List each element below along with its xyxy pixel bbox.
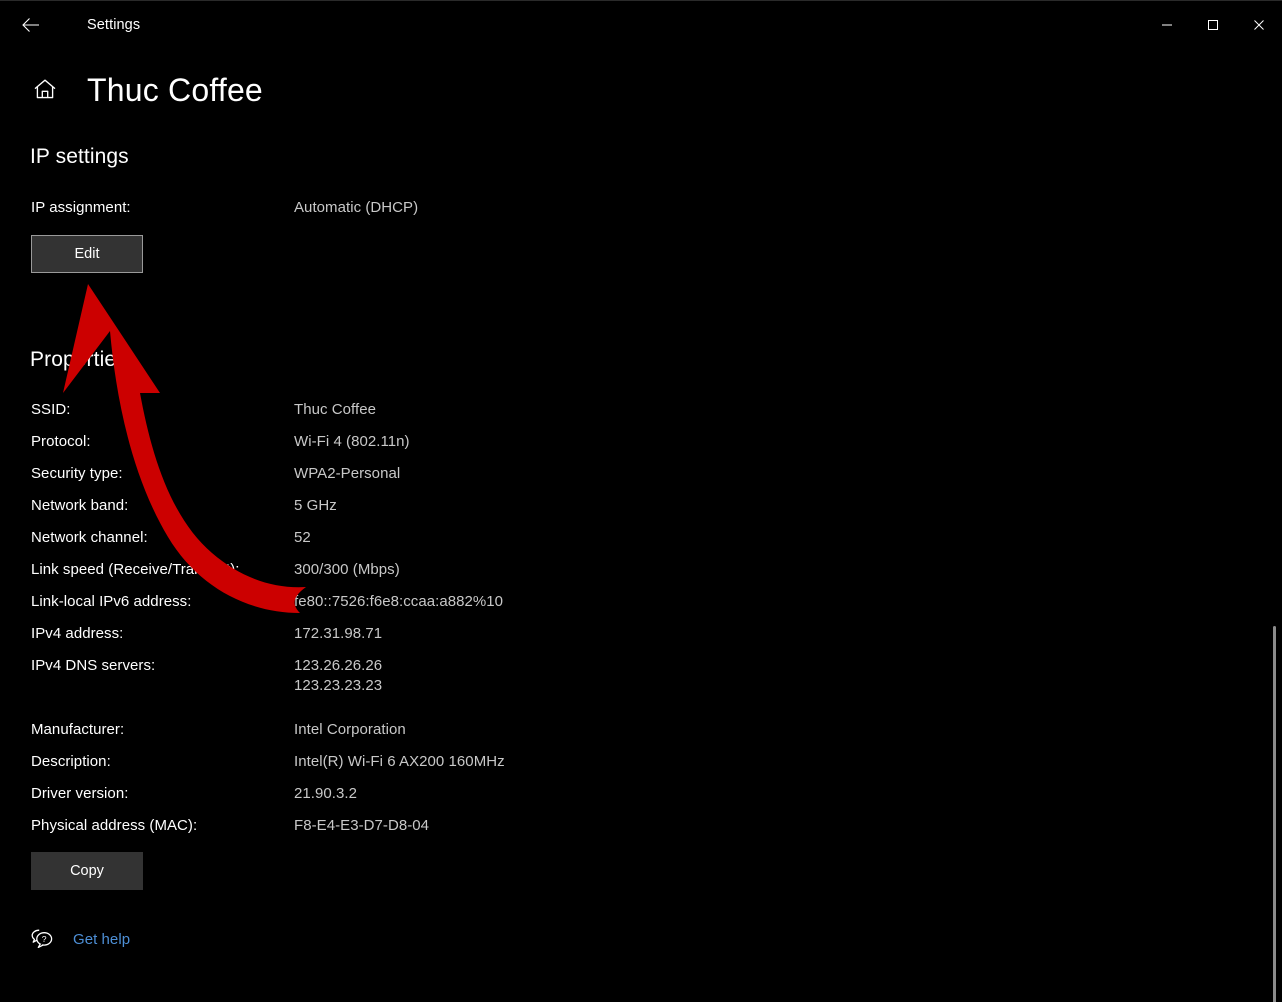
row-value: 52: [294, 529, 311, 546]
table-row: Network channel: 52: [0, 528, 1282, 560]
home-icon: [31, 75, 59, 108]
row-value: 5 GHz: [294, 497, 337, 514]
copy-button-row: Copy: [0, 852, 1282, 890]
titlebar-title: Settings: [87, 16, 141, 33]
table-row: Security type: WPA2-Personal: [0, 464, 1282, 496]
row-label: Network band:: [31, 497, 129, 514]
row-label: Link speed (Receive/Transmit):: [31, 561, 240, 578]
page-title: Thuc Coffee: [87, 72, 263, 108]
table-row: Description: Intel(R) Wi-Fi 6 AX200 160M…: [0, 752, 1282, 784]
table-row: Link speed (Receive/Transmit): 300/300 (…: [0, 560, 1282, 592]
table-row: IPv4 address: 172.31.98.71: [0, 624, 1282, 656]
row-value: Intel(R) Wi-Fi 6 AX200 160MHz: [294, 753, 505, 770]
table-row: IPv4 DNS servers: 123.26.26.26 123.23.23…: [0, 656, 1282, 712]
row-label: Network channel:: [31, 529, 148, 546]
ip-assignment-label: IP assignment:: [31, 199, 131, 216]
row-label: Manufacturer:: [31, 721, 125, 738]
table-row: Driver version: 21.90.3.2: [0, 784, 1282, 816]
scrollbar-thumb[interactable]: [1273, 626, 1276, 1002]
maximize-icon: [1207, 19, 1219, 31]
table-row: Manufacturer: Intel Corporation: [0, 720, 1282, 752]
title-bar: Settings: [0, 1, 1282, 48]
table-row: Physical address (MAC): F8-E4-E3-D7-D8-0…: [0, 816, 1282, 848]
table-row: Link-local IPv6 address: fe80::7526:f6e8…: [0, 592, 1282, 624]
edit-button[interactable]: Edit: [31, 235, 143, 273]
back-button[interactable]: [8, 5, 54, 45]
get-help-link[interactable]: ? Get help: [29, 926, 130, 952]
row-label: SSID:: [31, 401, 71, 418]
svg-text:?: ?: [42, 934, 47, 944]
row-value: 300/300 (Mbps): [294, 561, 400, 578]
ip-assignment-value: Automatic (DHCP): [294, 199, 419, 216]
row-value: 172.31.98.71: [294, 625, 383, 642]
get-help-label: Get help: [73, 930, 131, 948]
row-value: Wi-Fi 4 (802.11n): [294, 433, 410, 450]
row-label: IPv4 DNS servers:: [31, 657, 156, 674]
copy-button[interactable]: Copy: [31, 852, 143, 890]
row-value: 123.26.26.26 123.23.23.23: [294, 657, 383, 694]
row-value: WPA2-Personal: [294, 465, 401, 482]
row-value: 21.90.3.2: [294, 785, 358, 802]
settings-window: Settings Thuc Coffee IP settings IP assi…: [0, 0, 1282, 1002]
edit-button-row: Edit: [0, 235, 1282, 273]
table-row: SSID: Thuc Coffee: [0, 400, 1282, 432]
back-arrow-icon: [19, 13, 43, 37]
row-label: Link-local IPv6 address:: [31, 593, 192, 610]
row-value: F8-E4-E3-D7-D8-04: [294, 817, 430, 834]
row-label: Driver version:: [31, 785, 129, 802]
row-label: Protocol:: [31, 433, 91, 450]
row-value: fe80::7526:f6e8:ccaa:a882%10: [294, 593, 504, 610]
ip-settings-heading: IP settings: [30, 145, 129, 168]
table-row: Network band: 5 GHz: [0, 496, 1282, 528]
properties-list: SSID: Thuc Coffee Protocol: Wi-Fi 4 (802…: [0, 400, 1282, 890]
close-button[interactable]: [1236, 1, 1282, 48]
row-label: Physical address (MAC):: [31, 817, 198, 834]
maximize-button[interactable]: [1190, 1, 1236, 48]
row-value: Intel Corporation: [294, 721, 406, 738]
scrollbar[interactable]: [1266, 48, 1282, 1002]
home-button[interactable]: [29, 75, 61, 107]
properties-heading: Properties: [30, 348, 127, 371]
window-controls: [1144, 1, 1282, 48]
minimize-icon: [1161, 19, 1173, 31]
row-label: IPv4 address:: [31, 625, 124, 642]
ip-assignment-row: IP assignment: Automatic (DHCP): [0, 198, 1282, 230]
page-header: Thuc Coffee: [0, 65, 1282, 117]
row-label: Description:: [31, 753, 111, 770]
help-bubble-icon: ?: [29, 926, 55, 952]
table-row: Protocol: Wi-Fi 4 (802.11n): [0, 432, 1282, 464]
row-value: Thuc Coffee: [294, 401, 376, 418]
settings-content: Thuc Coffee IP settings IP assignment: A…: [0, 48, 1282, 1002]
row-label: Security type:: [31, 465, 123, 482]
close-icon: [1253, 19, 1265, 31]
minimize-button[interactable]: [1144, 1, 1190, 48]
